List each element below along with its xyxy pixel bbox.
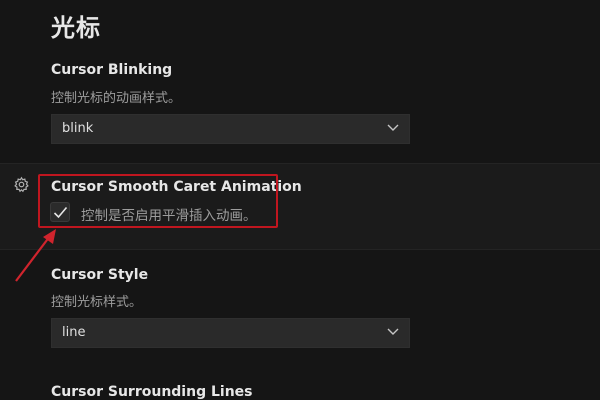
cursor-blinking-value: blink	[62, 121, 94, 136]
cursor-blinking-select[interactable]: blink	[51, 114, 410, 144]
cursor-surrounding-lines-title: Cursor Surrounding Lines	[51, 384, 253, 400]
chevron-down-icon	[387, 328, 399, 335]
gear-icon[interactable]	[13, 176, 30, 193]
cursor-style-description: 控制光标样式。	[51, 295, 143, 310]
cursor-style-select[interactable]: line	[51, 318, 410, 348]
section-title: 光标	[51, 14, 101, 42]
settings-page: 光标 Cursor Blinking 控制光标的动画样式。 blink Curs…	[0, 0, 600, 400]
chevron-down-icon	[387, 124, 399, 131]
cursor-style-title: Cursor Style	[51, 267, 149, 283]
cursor-style-value: line	[62, 325, 86, 340]
cursor-blinking-title: Cursor Blinking	[51, 62, 173, 78]
highlight-annotation-box	[38, 174, 278, 228]
cursor-blinking-description: 控制光标的动画样式。	[51, 91, 182, 106]
